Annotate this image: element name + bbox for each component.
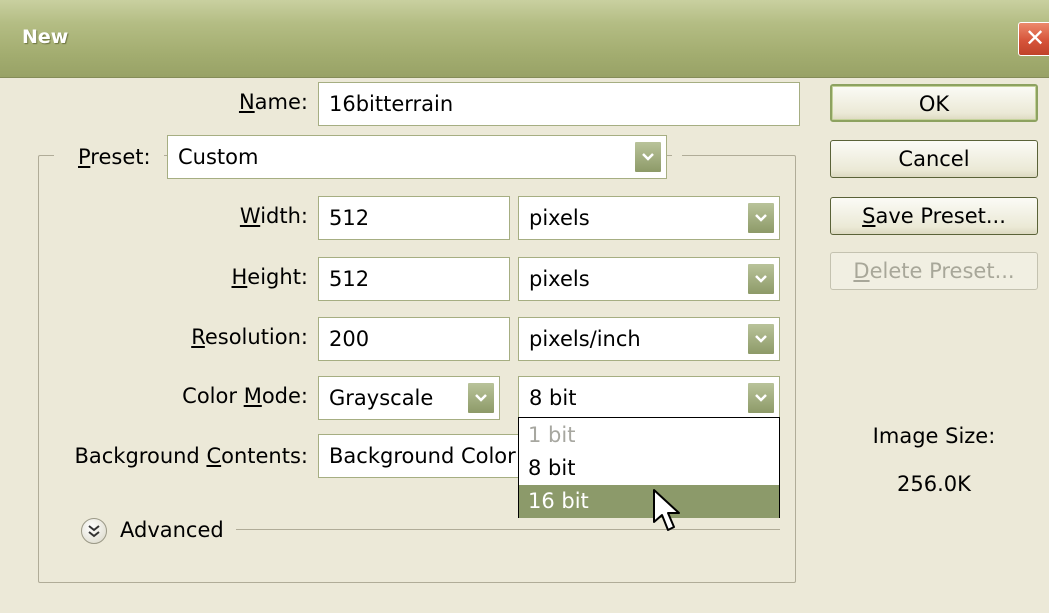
image-size-label: Image Size: [872,424,996,448]
height-label: Height: [231,265,309,289]
color-mode-value: Grayscale [329,386,434,410]
resolution-label-rest: esolution: [204,325,308,349]
width-input[interactable]: 512 [318,196,510,240]
advanced-divider [236,529,780,530]
name-label: Name: [238,90,308,114]
mouse-cursor-icon [653,489,680,531]
width-label-rest: idth: [260,204,308,228]
advanced-toggle-button[interactable] [81,518,107,544]
bit-option-1: 1 bit [528,423,576,447]
chevron-down-icon [747,202,775,234]
width-label: Width: [239,204,308,228]
chevron-down-icon [747,382,775,414]
bit-option-8[interactable]: 8 bit [519,452,779,485]
chevron-down-icon [747,263,775,295]
save-preset-label-rest: ave Preset... [875,204,1006,228]
delete-preset-label-rest: elete Preset... [869,259,1015,283]
width-unit-value: pixels [529,206,590,230]
bit-option-16[interactable]: 16 bit [519,485,779,518]
resolution-label: Resolution: [191,325,308,349]
resolution-input[interactable]: 200 [318,317,510,361]
save-preset-button[interactable]: Save Preset... [830,197,1038,235]
cancel-button[interactable]: Cancel [830,140,1038,178]
height-label-rest: eight: [247,265,308,289]
preset-select[interactable]: Custom [167,135,667,179]
resolution-unit-select[interactable]: pixels/inch [518,317,780,361]
image-size-value: 256.0K [897,472,971,496]
preset-value: Custom [178,145,259,169]
bit-depth-value: 8 bit [529,386,577,410]
color-mode-label: Color Mode: [182,384,308,408]
background-contents-label: Background Contents: [74,444,308,468]
dialog-title: New [22,26,69,48]
preset-label-rest: reset: [90,145,151,169]
close-button[interactable]: ✕ [1018,22,1049,56]
resolution-unit-value: pixels/inch [529,327,641,351]
background-contents-value: Background Color [329,444,516,468]
color-mode-label-b: ode: [261,384,308,408]
advanced-label: Advanced [120,518,224,542]
title-bar: New ✕ [0,0,1049,78]
double-chevron-down-icon [88,525,100,538]
delete-preset-button: Delete Preset... [830,252,1038,290]
bit-depth-dropdown: 1 bit 8 bit 16 bit [518,417,780,518]
groupbox-gap [672,155,682,165]
background-contents-label-a: Background [74,444,207,468]
bit-depth-select[interactable]: 8 bit [518,376,780,420]
name-input[interactable]: 16bitterrain [318,82,800,126]
name-label-rest: ame: [254,90,308,114]
color-mode-label-a: Color [182,384,244,408]
close-icon: ✕ [1024,24,1046,52]
background-contents-label-b: ontents: [221,444,308,468]
color-mode-select[interactable]: Grayscale [318,376,500,420]
chevron-down-icon [634,141,662,173]
chevron-down-icon [747,323,775,355]
height-unit-select[interactable]: pixels [518,257,780,301]
chevron-down-icon [467,382,495,414]
width-unit-select[interactable]: pixels [518,196,780,240]
ok-button[interactable]: OK [830,84,1038,122]
preset-label: Preset: [54,137,164,177]
height-unit-value: pixels [529,267,590,291]
height-input[interactable]: 512 [318,257,510,301]
